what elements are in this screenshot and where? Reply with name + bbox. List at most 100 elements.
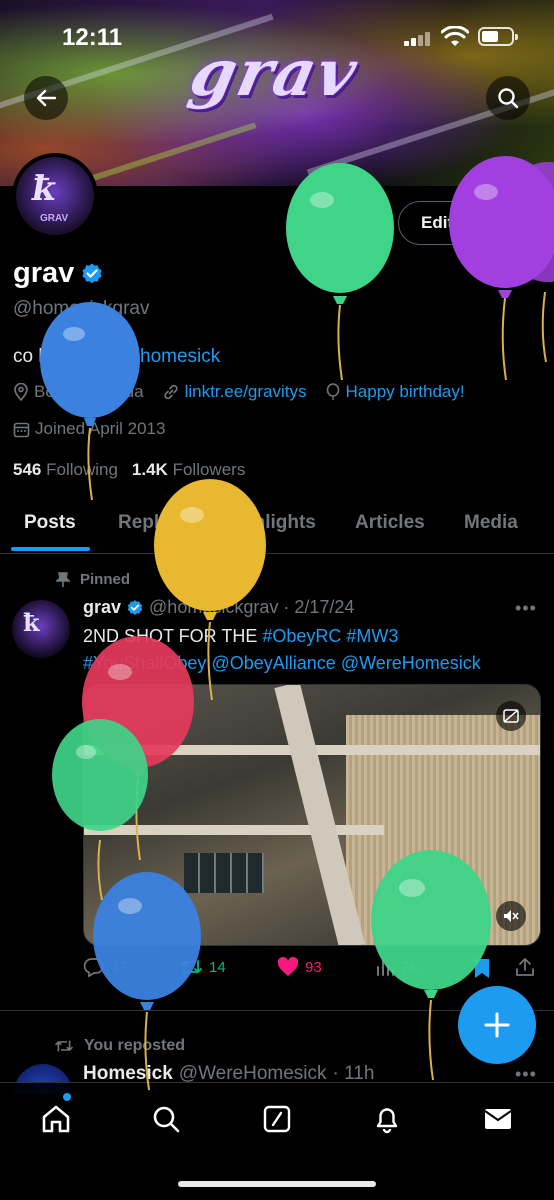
balloon (449, 156, 554, 381)
post-author-avatar[interactable]: ꝁ (12, 600, 70, 658)
hashtag-link[interactable]: #YouShallObey (83, 653, 206, 673)
mute-icon[interactable] (496, 901, 526, 931)
post-text-plain: 2ND SHOT FOR THE (83, 626, 263, 646)
arrow-left-icon (36, 89, 57, 107)
post-text: 2ND SHOT FOR THE #ObeyRC #MW3 #YouShallO… (83, 623, 543, 677)
search-button[interactable] (486, 76, 530, 120)
bio-mention-link[interactable]: @werehomesick (80, 346, 221, 367)
views-button[interactable]: 7K (375, 957, 419, 977)
profile-birthday: Happy birthday! (325, 382, 465, 402)
edit-profile-button[interactable]: Edit profile (398, 201, 554, 245)
pinned-label: Pinned (80, 571, 131, 588)
profile-meta-row: Boston/Florida linktr.ee/gravitys Happy … (13, 382, 483, 402)
website-link[interactable]: linktr.ee/gravitys (185, 382, 307, 402)
verified-badge-icon (127, 599, 143, 615)
search-icon (498, 88, 519, 109)
views-icon (377, 960, 394, 976)
birthday-text: Happy birthday! (345, 382, 465, 401)
reposted-label: You reposted (84, 1037, 186, 1054)
plus-icon (484, 1012, 510, 1038)
tab-highlights[interactable]: Highlights (223, 512, 316, 534)
mention-link[interactable]: @ObeyAlliance (211, 653, 335, 673)
profile-location: Boston/Florida (13, 382, 144, 402)
like-button[interactable]: 93 (277, 957, 322, 977)
balloon (498, 162, 554, 363)
repost-icon (55, 1040, 73, 1052)
bookmark-button[interactable] (473, 957, 491, 979)
verified-badge-icon[interactable] (80, 262, 104, 286)
hashtag-link[interactable]: #MW3 (346, 626, 398, 646)
repost-button[interactable]: 14 (179, 957, 226, 977)
share-button[interactable] (515, 957, 535, 977)
reposted-row: You reposted (54, 1037, 185, 1055)
profile-joined-row: Joined April 2013 (13, 419, 183, 439)
battery-icon (478, 27, 518, 46)
profile-avatar[interactable]: ꝁ GRAV (12, 153, 98, 239)
compose-button[interactable] (458, 986, 536, 1064)
hashtag-link[interactable]: #ObeyRC (262, 626, 341, 646)
nav-home[interactable] (38, 1101, 74, 1137)
nav-grok[interactable] (259, 1101, 295, 1137)
follow-counts: 546 Following 1.4K Followers (13, 460, 245, 480)
followers-link[interactable]: 1.4K Followers (132, 460, 245, 480)
following-link[interactable]: 546 Following (13, 460, 118, 480)
calendar-icon (13, 422, 30, 437)
profile-website[interactable]: linktr.ee/gravitys (162, 382, 307, 402)
followers-count: 1.4K (131, 460, 168, 479)
reply-icon (83, 958, 104, 977)
profile-handle: @homesickgrav (13, 298, 150, 319)
heart-icon (277, 957, 299, 976)
avatar-logo-icon: ꝁ (28, 169, 61, 209)
mail-icon (484, 1109, 512, 1129)
post-author-name[interactable]: grav (83, 597, 121, 618)
reply-count: 17 (111, 958, 128, 976)
reply-button[interactable]: 17 (83, 957, 128, 977)
post-header: grav @homesickgrav · 2/17/24 (83, 597, 354, 618)
profile-name: grav (13, 257, 75, 289)
active-tab-indicator (11, 547, 90, 551)
avatar-logo-icon: ꝁ (23, 608, 41, 637)
back-button[interactable] (24, 76, 68, 120)
tab-articles[interactable]: Articles (355, 512, 425, 534)
wifi-icon (441, 26, 469, 46)
bookmark-icon (475, 959, 489, 978)
bio-text: co lead (13, 346, 80, 367)
mention-link[interactable]: @WereHomesick (341, 653, 481, 673)
avatar-label: GRAV (40, 213, 69, 224)
share-icon (516, 958, 534, 976)
tab-replies[interactable]: Replies (118, 512, 186, 534)
views-count: 7K (401, 958, 420, 976)
link-icon (164, 384, 178, 400)
tab-posts[interactable]: Posts (24, 512, 76, 534)
profile-joined: Joined April 2013 (13, 419, 165, 439)
repost-icon (180, 960, 202, 974)
profile-tabs: Posts Replies Highlights Articles Media (0, 496, 554, 554)
post-more-button[interactable]: ••• (515, 598, 537, 619)
status-time: 12:11 (62, 24, 123, 51)
balloon (286, 163, 394, 381)
repost-count: 14 (209, 958, 226, 976)
location-text: Boston/Florida (34, 382, 144, 401)
status-bar: 12:11 (0, 0, 554, 70)
joined-text: Joined April 2013 (35, 419, 166, 438)
nav-notifications[interactable] (369, 1101, 405, 1137)
search-icon (153, 1106, 180, 1133)
like-count: 93 (305, 958, 322, 976)
following-label: Following (46, 460, 118, 479)
profile-name-row: grav (13, 257, 104, 290)
nav-messages[interactable] (480, 1101, 516, 1137)
captions-icon[interactable] (496, 701, 526, 731)
tab-media[interactable]: Media (464, 512, 518, 534)
pinned-label-row: Pinned (56, 571, 130, 588)
nav-explore[interactable] (148, 1101, 184, 1137)
location-pin-icon (14, 383, 28, 401)
post-video[interactable] (83, 684, 541, 946)
post-author-handle: @homesickgrav (149, 597, 279, 617)
home-indicator (178, 1181, 376, 1187)
cellular-signal-icon (404, 30, 430, 46)
bell-icon (376, 1108, 398, 1134)
grok-icon (263, 1105, 291, 1133)
balloon-icon (326, 383, 339, 400)
followers-label: Followers (172, 460, 246, 479)
home-unread-dot (63, 1093, 71, 1101)
